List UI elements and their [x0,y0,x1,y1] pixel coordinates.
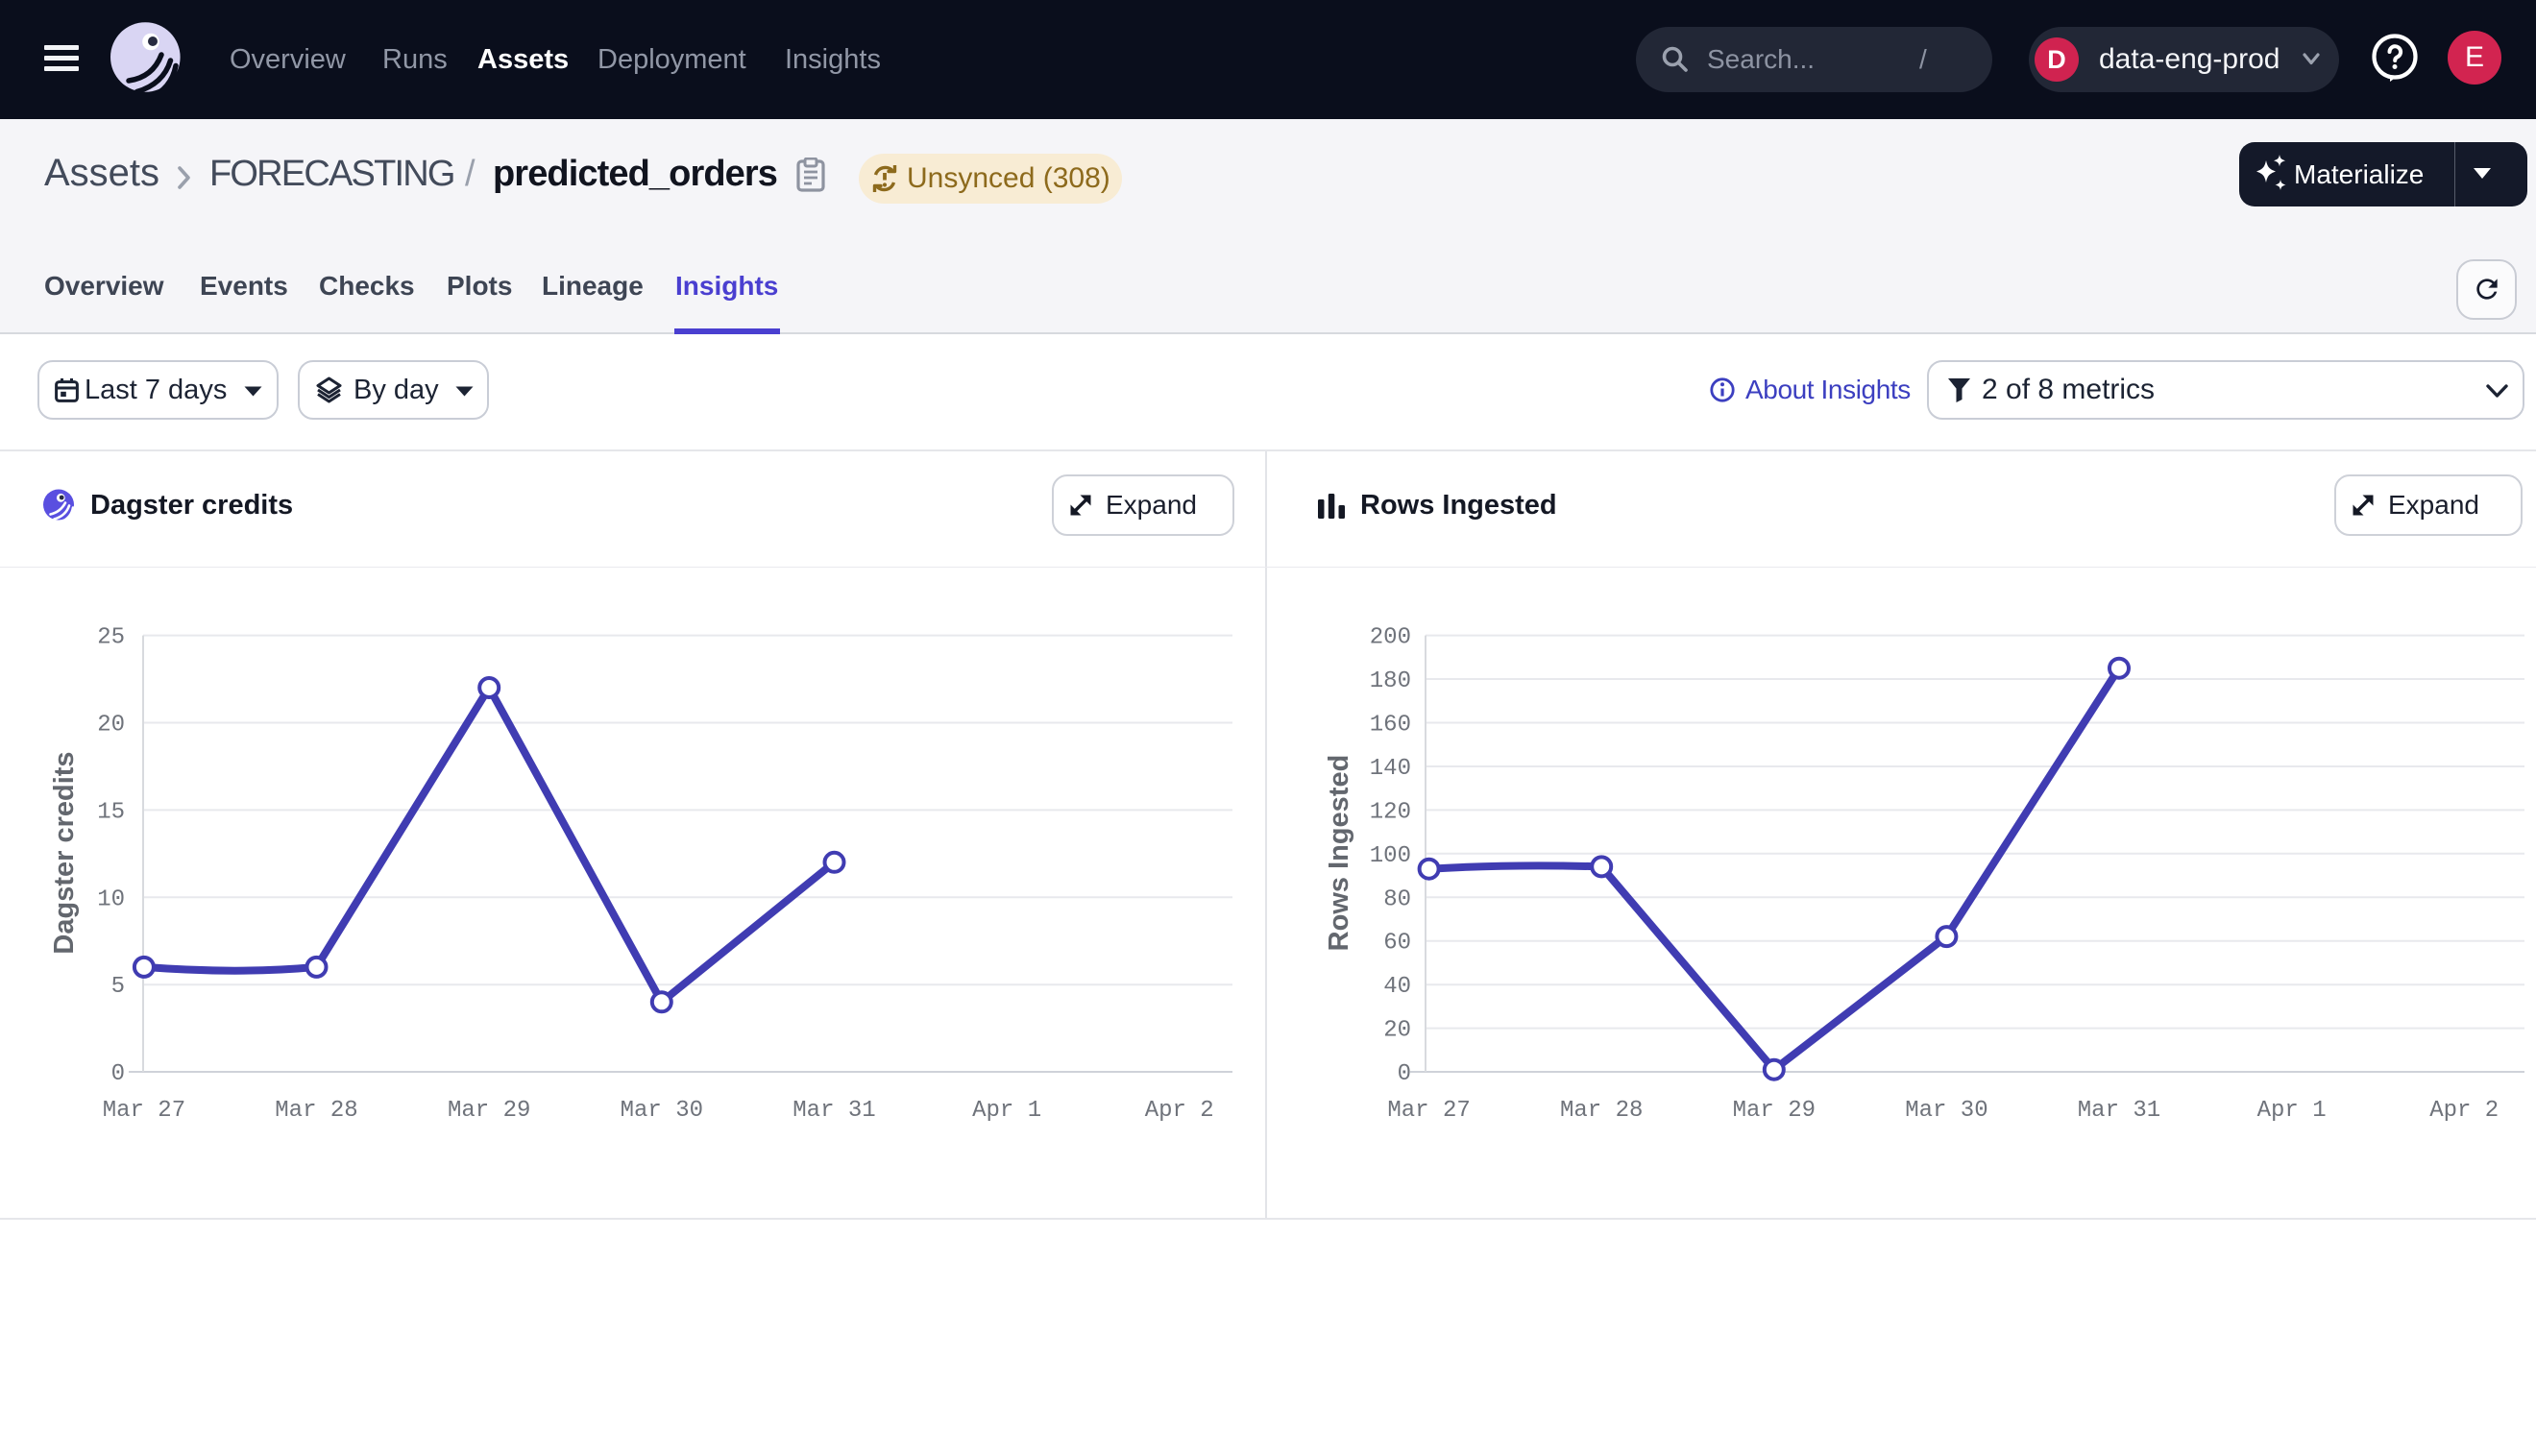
svg-text:120: 120 [1370,799,1411,825]
svg-text:Rows Ingested: Rows Ingested [1324,755,1354,952]
svg-text:Mar 27: Mar 27 [103,1098,185,1124]
svg-text:5: 5 [111,974,125,1000]
svg-text:80: 80 [1383,886,1411,912]
svg-text:Apr 1: Apr 1 [2257,1098,2327,1124]
svg-text:200: 200 [1370,625,1411,651]
svg-text:Mar 28: Mar 28 [275,1098,357,1124]
svg-text:Apr 1: Apr 1 [972,1098,1041,1124]
svg-text:Apr 2: Apr 2 [1145,1098,1214,1124]
svg-text:Mar 29: Mar 29 [1733,1098,1816,1124]
svg-text:Apr 2: Apr 2 [2429,1098,2499,1124]
svg-text:Dagster credits: Dagster credits [49,751,80,954]
svg-text:Mar 27: Mar 27 [1387,1098,1470,1124]
svg-text:160: 160 [1370,713,1411,739]
svg-text:20: 20 [1383,1018,1411,1044]
svg-text:Mar 29: Mar 29 [448,1098,530,1124]
svg-text:180: 180 [1370,668,1411,694]
svg-text:40: 40 [1383,974,1411,1000]
svg-text:25: 25 [97,625,125,651]
svg-text:Mar 31: Mar 31 [2078,1098,2160,1124]
svg-text:0: 0 [111,1061,125,1087]
svg-text:20: 20 [97,713,125,739]
svg-text:Mar 31: Mar 31 [792,1098,875,1124]
svg-text:10: 10 [97,886,125,912]
svg-text:100: 100 [1370,843,1411,869]
svg-text:Mar 30: Mar 30 [1905,1098,1987,1124]
svg-text:15: 15 [97,799,125,825]
svg-text:0: 0 [1398,1061,1411,1087]
svg-text:Mar 28: Mar 28 [1560,1098,1643,1124]
svg-text:Mar 30: Mar 30 [621,1098,703,1124]
svg-text:140: 140 [1370,756,1411,782]
svg-text:60: 60 [1383,931,1411,957]
